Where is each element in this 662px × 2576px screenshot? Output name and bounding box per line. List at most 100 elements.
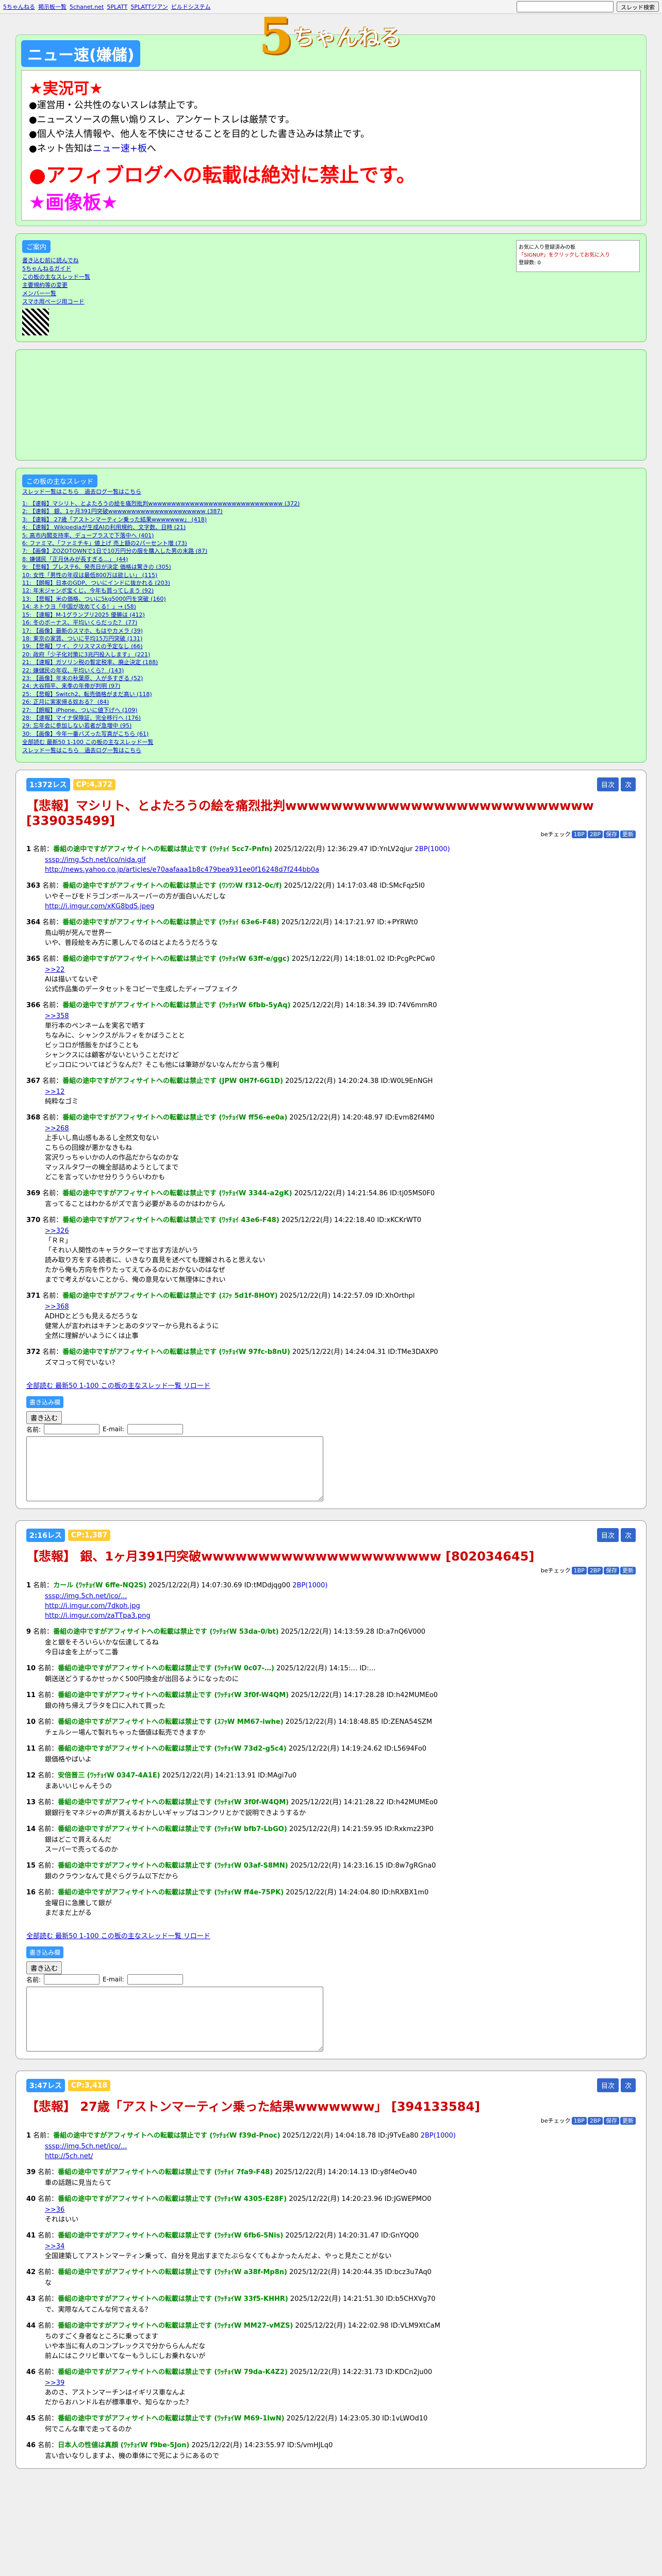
thread-list-link[interactable]: 26: 正月に実家帰る奴おる？ (84) <box>22 699 109 705</box>
poster-id[interactable]: ID:8w7gRGna0 <box>386 1862 436 1870</box>
tool-button[interactable]: 2BP <box>587 831 603 838</box>
poster-id[interactable]: ID:S/vmHJLq0 <box>287 2442 333 2449</box>
thread-list-button[interactable]: この板の主なスレッド <box>22 474 98 487</box>
be-points[interactable]: 2BP(1000) <box>421 2132 456 2140</box>
write-area-button[interactable]: 書き込み欄 <box>26 1946 64 1958</box>
poster-id[interactable]: ID:1vLWOd10 <box>382 2415 427 2422</box>
guide-link[interactable]: 5ちゃんねるガイド <box>22 265 71 272</box>
name-input[interactable] <box>44 1424 100 1434</box>
tool-button[interactable]: 保存 <box>604 2117 619 2125</box>
post-link[interactable]: >>36 <box>45 2205 636 2215</box>
mail-input[interactable] <box>127 1424 183 1434</box>
top-link-chanet[interactable]: 5chanet.net <box>70 4 104 10</box>
site-logo[interactable]: 5 ちゃんねる <box>258 7 402 65</box>
thread-search-button[interactable]: スレッド検索 <box>617 2 659 12</box>
post-link[interactable]: http://news.yahoo.co.jp/articles/e70aafa… <box>45 865 636 875</box>
thread-list-link[interactable]: 29: 忘年会に参加しない若者が急増中 (95) <box>22 722 131 729</box>
top-link-5ch[interactable]: 5ちゃんねる <box>3 3 35 11</box>
post-number[interactable]: 10 <box>26 1665 36 1672</box>
thread-footer-links[interactable]: 全部読む 最新50 1-100 この板の主なスレッド一覧 リロード <box>26 1382 210 1390</box>
post-number[interactable]: 11 <box>26 1745 36 1753</box>
post-link-anchor[interactable]: sssp://img.5ch.net/ico/... <box>45 1592 127 1600</box>
tool-button[interactable]: 更新 <box>620 1567 636 1574</box>
thread-list-link[interactable]: 1: 【速報】マシリト、とよたろうの絵を痛烈批判wwwwwwwwwwwwwwww… <box>22 500 300 507</box>
poster-id[interactable]: ID:+PYRWt0 <box>377 919 418 926</box>
post-link[interactable]: >>358 <box>45 1011 636 1021</box>
thread-list-link[interactable]: 11: 【朗報】日本のGDP、ついにインドに抜かれる (203) <box>22 580 170 586</box>
thread-title[interactable]: 【悲報】 27歳「アストンマーティン乗った結果wwwwwww」 [3941335… <box>26 2096 636 2114</box>
name-input[interactable] <box>44 1974 100 1985</box>
tool-button[interactable]: 1BP <box>571 1567 587 1574</box>
post-number[interactable]: 16 <box>26 1889 36 1896</box>
post-link-anchor[interactable]: http://5ch.net/ <box>45 2153 93 2160</box>
post-number[interactable]: 365 <box>26 955 40 963</box>
thread-list-link[interactable]: 6: ファミマ、「ファミチキ」値上げ 売上額の2パーセント増 (73) <box>22 540 187 547</box>
poster-id[interactable]: ID:y8f4eOv40 <box>371 2168 417 2176</box>
post-link[interactable]: >>12 <box>45 1087 636 1097</box>
poster-id[interactable]: ID:XhOrthpl <box>375 1292 415 1300</box>
tool-button[interactable]: 2BP <box>587 2117 603 2125</box>
post-link-anchor[interactable]: >>34 <box>45 2243 64 2250</box>
post-link[interactable]: >>22 <box>45 965 636 975</box>
thread-list-more-link[interactable]: 全部読む 最新50 1-100 この板の主なスレッド一覧 <box>22 739 153 745</box>
post-number[interactable]: 371 <box>26 1292 40 1300</box>
guide-link[interactable]: メンバー一覧 <box>22 290 56 297</box>
post-link[interactable]: >>39 <box>45 2378 636 2388</box>
post-link[interactable]: http://5ch.net/ <box>45 2151 636 2161</box>
thread-footer-links[interactable]: 全部読む 最新50 1-100 この板の主なスレッド一覧 リロード <box>26 1933 210 1940</box>
thread-list-link[interactable]: 9: 【悲報】プレステ6、発売日が決定 価格は驚きの (305) <box>22 564 171 570</box>
poster-id[interactable]: ID:Rxkmz23P0 <box>385 1825 434 1833</box>
thread-list-link[interactable]: 24: 大谷翔平、来季の年俸が判明 (97) <box>22 683 120 689</box>
post-link[interactable]: >>368 <box>45 1302 636 1312</box>
thread-title[interactable]: 【悲報】マシリト、とよたろうの絵を痛烈批判wwwwwwwwwwwwwwwwwww… <box>26 795 636 828</box>
poster-id[interactable]: ID:hRXBX1m0 <box>382 1889 428 1896</box>
post-number[interactable]: 42 <box>26 2268 36 2276</box>
top-link-platt[interactable]: 5PLATT <box>107 4 127 10</box>
thread-list-link[interactable]: 8: 嫌儲民「正月休みが長すぎる…」 (44) <box>22 556 128 563</box>
toc-button[interactable]: 目次 <box>597 777 619 791</box>
thread-list-link[interactable]: 17: 【画像】最新のスマホ、もはやカメラ (39) <box>22 628 143 634</box>
post-link[interactable]: sssp://img.5ch.net/ico/nida.gif <box>45 855 636 865</box>
thread-list-link[interactable]: 7: 【画像】ZOZOTOWNで1日で10万円分の服を購入した男の末路 (87) <box>22 548 207 554</box>
tool-button[interactable]: 2BP <box>587 1567 603 1574</box>
post-link-anchor[interactable]: >>36 <box>45 2206 64 2214</box>
post-number[interactable]: 10 <box>26 1718 36 1726</box>
post-number[interactable]: 368 <box>26 1114 40 1122</box>
thread-list-link[interactable]: 5: 高市内閣支持率、デュープラスで下落中へ (401) <box>22 532 154 539</box>
post-number[interactable]: 363 <box>26 882 40 890</box>
top-link-platt-jian[interactable]: 5PLATTジアン <box>130 3 168 11</box>
post-link-anchor[interactable]: sssp://img.5ch.net/ico/nida.gif <box>45 856 146 864</box>
post-number[interactable]: 1 <box>26 2132 31 2140</box>
thread-list-all-link[interactable]: スレッド一覧はこちら 過去ログ一覧はこちら <box>22 747 141 754</box>
guide-link[interactable]: この板の主なスレッド一覧 <box>22 274 90 280</box>
poster-id[interactable]: ID:74V6mmR0 <box>388 1002 437 1009</box>
post-number[interactable]: 46 <box>26 2368 36 2376</box>
tool-button[interactable]: 更新 <box>620 831 636 838</box>
thread-list-link[interactable]: 13: 【悲報】米の価格、ついに5kg5000円を突破 (160) <box>22 596 166 602</box>
post-number[interactable]: 11 <box>26 1691 36 1699</box>
post-link-anchor[interactable]: >>39 <box>45 2379 64 2387</box>
post-link[interactable]: sssp://img.5ch.net/ico/... <box>45 1591 636 1601</box>
post-link[interactable]: http://i.imgur.com/xKG8bdS.jpeg <box>45 902 636 911</box>
post-link-anchor[interactable]: >>268 <box>45 1125 69 1132</box>
thread-list-link[interactable]: 30: 【画像】今年一番バズった写真がこちら (61) <box>22 731 148 737</box>
poster-id[interactable]: ID:j9TvEa80 <box>378 2132 418 2140</box>
poster-id[interactable]: ID:tMDdjqg00 <box>244 1582 290 1589</box>
post-link[interactable]: >>326 <box>45 1226 636 1236</box>
notice-link-news-plus[interactable]: ニュー速+板 <box>93 143 147 154</box>
poster-id[interactable]: ID:h42MUMEo0 <box>387 1691 438 1699</box>
thread-list-link[interactable]: 12: 年末ジャンボ宝くじ、今年も買ってしまう (92) <box>22 587 154 594</box>
thread-list-link[interactable]: 19: 【悲報】ワイ、クリスマスの予定なし (66) <box>22 643 143 650</box>
post-number[interactable]: 14 <box>26 1825 36 1833</box>
thread-title[interactable]: 【悲報】 銀、1ヶ月391円突破wwwwwwwwwwwwwwwwwwwww [8… <box>26 1546 636 1564</box>
next-button[interactable]: 次 <box>620 2078 636 2092</box>
thread-list-link[interactable]: 23: 【画像】年末の秋葉原、人が多すぎる (52) <box>22 675 143 682</box>
post-number[interactable]: 1 <box>26 845 31 853</box>
thread-list-link[interactable]: 4: 【速報】 Wikipediaが生成AIの利用規約、文字数、日時 (21) <box>22 524 186 531</box>
poster-id[interactable]: ID:PcgPcPCw0 <box>387 955 435 963</box>
poster-id[interactable]: ID:b5CHXVg70 <box>386 2295 435 2303</box>
tool-button[interactable]: beチェック <box>541 831 571 838</box>
top-link-build[interactable]: ビルドシステム <box>171 3 211 11</box>
toc-button[interactable]: 目次 <box>597 2078 619 2092</box>
thread-list-link[interactable]: 27: 【朗報】iPhone、ついに値下げへ (109) <box>22 707 137 714</box>
